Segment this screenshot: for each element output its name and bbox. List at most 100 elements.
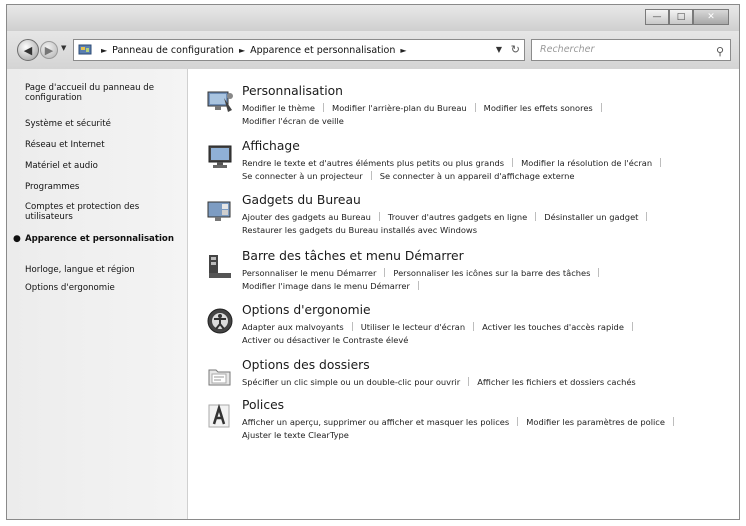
category-links: Afficher un aperçu, supprimer ou affiche…	[242, 416, 730, 442]
sidebar-item-label: Programmes	[25, 182, 80, 192]
link-show-hidden-files[interactable]: Afficher les fichiers et dossiers cachés	[477, 376, 636, 389]
address-dropdown-icon[interactable]: ▼	[496, 45, 502, 54]
link-screen-reader[interactable]: Utiliser le lecteur d'écran	[361, 321, 465, 334]
link-divider	[351, 322, 353, 331]
close-button[interactable]: ✕	[693, 9, 729, 25]
minimize-icon: —	[652, 12, 662, 22]
breadcrumb-control-panel[interactable]: Panneau de configuration	[112, 45, 234, 56]
link-divider	[474, 103, 476, 112]
breadcrumb-appearance[interactable]: Apparence et personnalisation	[250, 45, 395, 56]
sidebar-item-label: Matériel et audio	[25, 161, 98, 171]
minimize-button[interactable]: —	[645, 9, 669, 25]
link-font-settings[interactable]: Modifier les paramètres de police	[526, 416, 665, 429]
arrow-right-icon: ▶	[44, 43, 54, 57]
ease-of-access-icon	[206, 307, 234, 335]
link-divider	[370, 171, 372, 180]
link-adapt-low-vision[interactable]: Adapter aux malvoyants	[242, 321, 344, 334]
folder-options-icon	[206, 362, 234, 390]
link-divider	[631, 322, 633, 331]
link-screen-resolution[interactable]: Modifier la résolution de l'écran	[521, 157, 652, 170]
category-links: Personnaliser le menu Démarrer Personnali…	[242, 267, 730, 293]
maximize-button[interactable]: □	[669, 9, 693, 25]
link-divider	[598, 268, 600, 277]
search-icon[interactable]: ⚲	[716, 42, 724, 62]
link-change-sounds[interactable]: Modifier les effets sonores	[484, 102, 593, 115]
link-high-contrast[interactable]: Activer ou désactiver le Contraste élevé	[242, 334, 408, 347]
sidebar-item-hardware-audio[interactable]: Matériel et audio	[25, 161, 177, 171]
category-title[interactable]: Polices	[242, 398, 284, 412]
breadcrumb-separator-icon: ►	[400, 45, 407, 55]
sidebar-item-home[interactable]: Page d'accueil du panneau de configurati…	[25, 83, 177, 103]
main-content: Personnalisation Modifier le thème Modifi…	[188, 69, 739, 519]
search-input[interactable]: Rechercher ⚲	[531, 39, 731, 61]
link-external-display[interactable]: Se connecter à un appareil d'affichage e…	[380, 170, 575, 183]
link-cleartype[interactable]: Ajuster le texte ClearType	[242, 429, 349, 442]
sidebar-item-clock-language[interactable]: Horloge, langue et région	[25, 265, 177, 275]
sidebar-item-label: Comptes et protection des utilisateurs	[25, 202, 140, 222]
link-customize-start-menu[interactable]: Personnaliser le menu Démarrer	[242, 267, 376, 280]
fonts-icon	[206, 402, 234, 430]
link-divider	[512, 158, 514, 167]
navigation-bar: ◀ ▶ ▼ ► Panneau de configuration ► Appar…	[7, 31, 739, 69]
link-customize-taskbar-icons[interactable]: Personnaliser les icônes sur la barre de…	[393, 267, 590, 280]
refresh-icon[interactable]: ↻	[511, 43, 520, 56]
current-item-bullet-icon: ●	[13, 234, 21, 244]
maximize-icon: □	[676, 12, 686, 22]
sidebar-item-network[interactable]: Réseau et Internet	[25, 140, 177, 150]
category-title[interactable]: Options d'ergonomie	[242, 303, 371, 317]
category-links: Rendre le texte et d'autres éléments plu…	[242, 157, 730, 183]
link-divider	[517, 417, 519, 426]
title-bar: — □ ✕	[7, 5, 739, 31]
recent-pages-dropdown[interactable]: ▼	[61, 44, 66, 52]
sidebar-item-system-security[interactable]: Système et sécurité	[25, 119, 177, 129]
sidebar-item-user-accounts[interactable]: Comptes et protection des utilisateurs	[25, 202, 177, 222]
taskbar-icon	[206, 253, 234, 281]
forward-button[interactable]: ▶	[40, 41, 58, 59]
link-access-keys[interactable]: Activer les touches d'accès rapide	[482, 321, 624, 334]
link-divider	[384, 268, 386, 277]
sidebar-item-programs[interactable]: Programmes	[25, 182, 177, 192]
link-divider	[660, 158, 662, 167]
search-placeholder: Rechercher	[540, 44, 595, 55]
sidebar-item-label: Apparence et personnalisation	[25, 234, 174, 244]
link-restore-gadgets[interactable]: Restaurer les gadgets du Bureau installé…	[242, 224, 477, 237]
link-text-size[interactable]: Rendre le texte et d'autres éléments plu…	[242, 157, 504, 170]
address-bar[interactable]: ► Panneau de configuration ► Apparence e…	[73, 39, 525, 61]
link-change-background[interactable]: Modifier l'arrière-plan du Bureau	[332, 102, 467, 115]
category-title[interactable]: Options des dossiers	[242, 358, 370, 372]
category-links: Ajouter des gadgets au Bureau Trouver d'a…	[242, 211, 730, 237]
link-find-gadgets-online[interactable]: Trouver d'autres gadgets en ligne	[388, 211, 527, 224]
link-change-theme[interactable]: Modifier le thème	[242, 102, 315, 115]
category-title[interactable]: Gadgets du Bureau	[242, 193, 361, 207]
sidebar-item-label: Système et sécurité	[25, 119, 111, 129]
link-divider	[646, 212, 648, 221]
link-divider	[535, 212, 537, 221]
control-panel-window: — □ ✕ ◀ ▶ ▼ ► Panneau de configuration ►…	[6, 4, 740, 520]
link-single-double-click[interactable]: Spécifier un clic simple ou un double-cl…	[242, 376, 460, 389]
sidebar-item-appearance[interactable]: ● Apparence et personnalisation	[13, 234, 177, 244]
link-divider	[600, 103, 602, 112]
category-title[interactable]: Personnalisation	[242, 84, 343, 98]
control-panel-icon	[78, 44, 92, 56]
category-links: Adapter aux malvoyants Utiliser le lecteu…	[242, 321, 730, 347]
link-connect-projector[interactable]: Se connecter à un projecteur	[242, 170, 363, 183]
link-change-start-picture[interactable]: Modifier l'image dans le menu Démarrer	[242, 280, 410, 293]
sidebar-item-ease-of-access[interactable]: Options d'ergonomie	[25, 283, 177, 293]
sidebar: Page d'accueil du panneau de configurati…	[7, 69, 188, 519]
back-button[interactable]: ◀	[17, 39, 39, 61]
category-title[interactable]: Affichage	[242, 139, 300, 153]
display-icon	[206, 143, 234, 171]
category-title[interactable]: Barre des tâches et menu Démarrer	[242, 249, 464, 263]
breadcrumb-separator-icon: ►	[101, 45, 108, 55]
personalization-icon	[206, 88, 234, 116]
link-preview-fonts[interactable]: Afficher un aperçu, supprimer ou affiche…	[242, 416, 509, 429]
link-divider	[672, 417, 674, 426]
sidebar-item-label: Horloge, langue et région	[25, 265, 135, 275]
link-divider	[378, 212, 380, 221]
breadcrumb-separator-icon: ►	[238, 45, 246, 55]
link-uninstall-gadget[interactable]: Désinstaller un gadget	[544, 211, 638, 224]
category-links: Spécifier un clic simple ou un double-cl…	[242, 376, 730, 389]
link-change-screensaver[interactable]: Modifier l'écran de veille	[242, 115, 344, 128]
link-divider	[473, 322, 475, 331]
link-add-gadgets[interactable]: Ajouter des gadgets au Bureau	[242, 211, 371, 224]
